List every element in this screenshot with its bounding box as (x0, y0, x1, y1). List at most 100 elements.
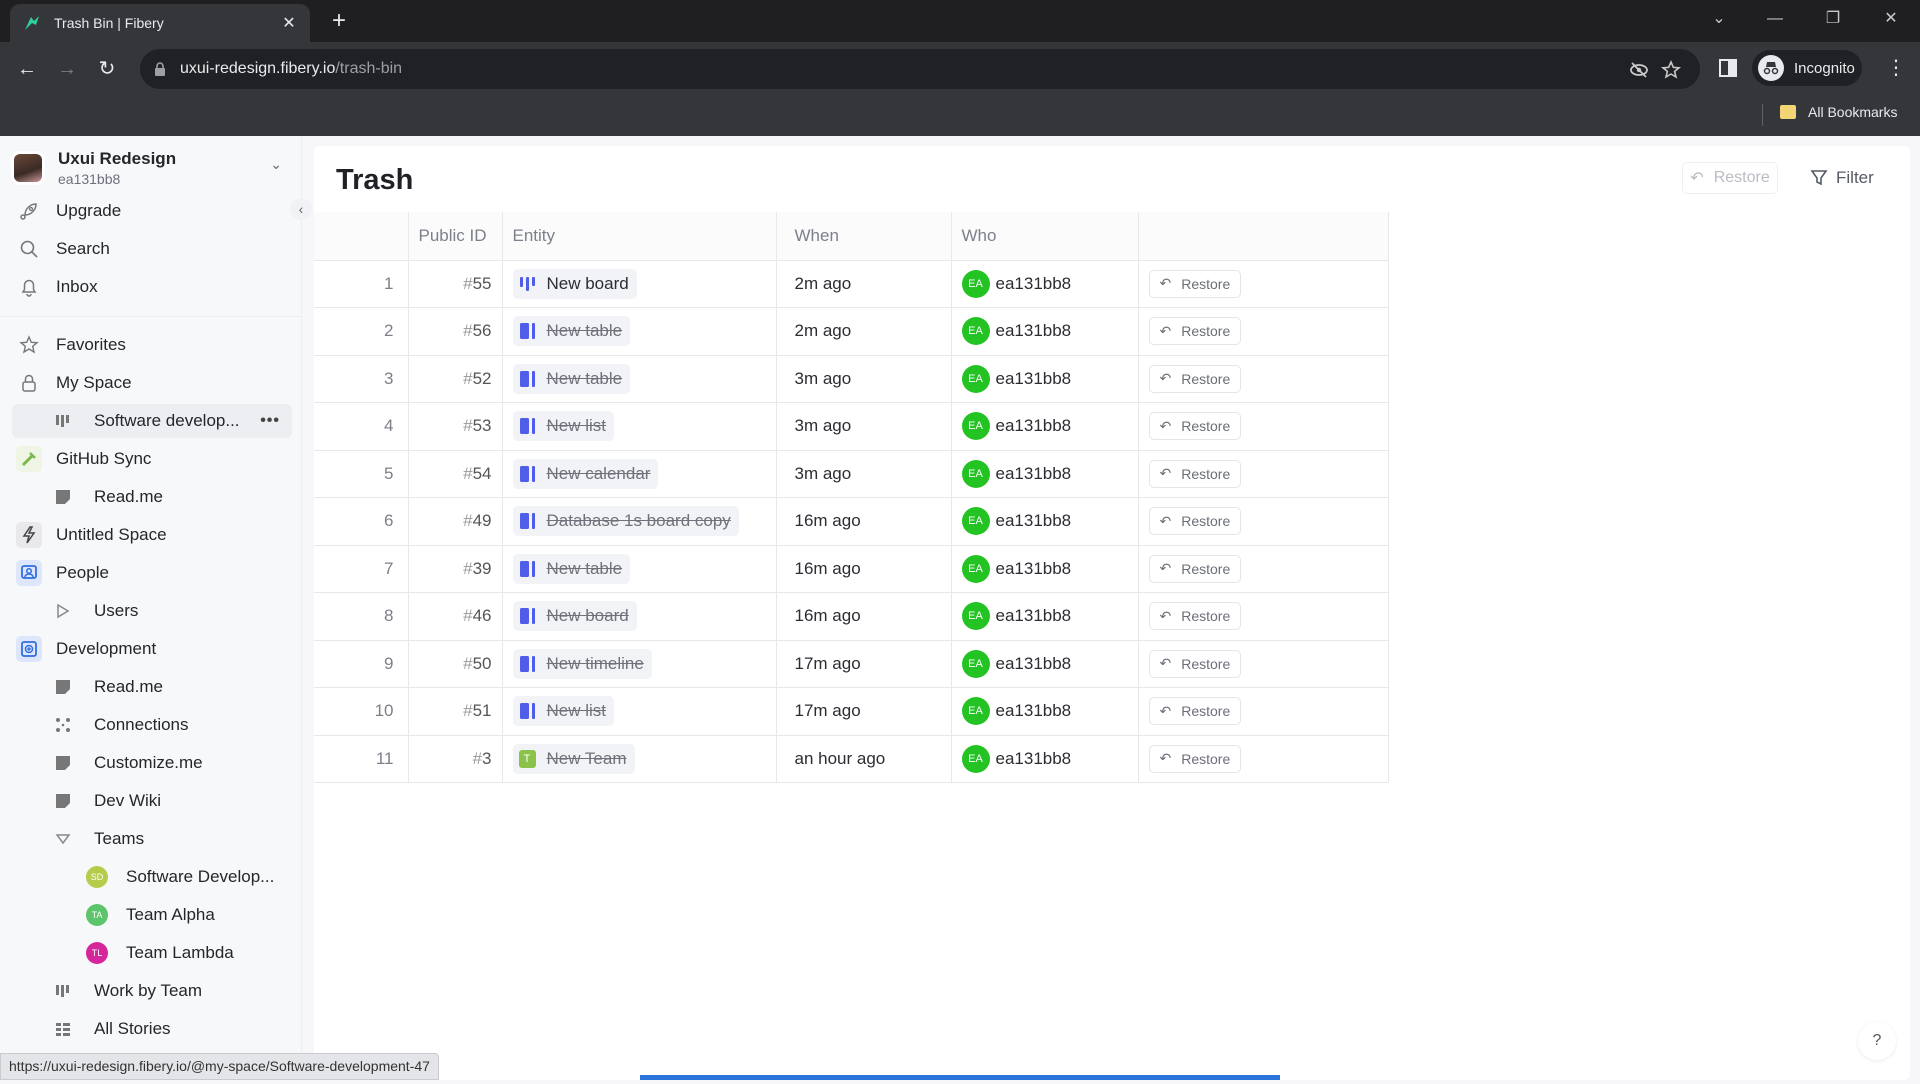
sidebar-item-github-sync[interactable]: GitHub Sync (12, 442, 292, 476)
deleted-by: EA ea131bb8 (961, 459, 1128, 488)
table-row: 8 #46 New board 16m ago EA ea131bb8 ↶ Re… (314, 592, 1389, 641)
restore-button[interactable]: ↶ Restore (1148, 459, 1242, 488)
sidebar-item-development[interactable]: Development (12, 632, 292, 666)
restore-button[interactable]: ↶ Restore (1148, 554, 1242, 583)
entity-chip[interactable]: Database 1s board copy (512, 506, 739, 537)
sidebar-item-users[interactable]: Users (12, 594, 292, 628)
restore-button[interactable]: ↶ Restore (1148, 364, 1242, 393)
sidebar-item-all-stories[interactable]: All Stories (12, 1012, 292, 1046)
undo-icon: ↶ (1159, 655, 1172, 672)
triangle-down-icon (50, 826, 76, 852)
side-panel-icon[interactable] (1718, 58, 1738, 78)
forward-button[interactable]: → (52, 54, 82, 84)
address-bar[interactable]: uxui-redesign.fibery.io/trash-bin (140, 49, 1700, 89)
restore-selected-button[interactable]: ↶ Restore (1682, 162, 1778, 194)
close-window-button[interactable]: ✕ (1876, 4, 1906, 34)
browser-menu-icon[interactable]: ⋮ (1886, 56, 1906, 82)
browser-tab[interactable]: Trash Bin | Fibery ✕ (10, 4, 310, 42)
restore-button[interactable]: ↶ Restore (1148, 697, 1242, 726)
entity-chip[interactable]: New board (512, 268, 637, 299)
board-icon (519, 276, 535, 291)
tracking-eye-off-icon[interactable] (1628, 59, 1650, 81)
sidebar-item-development-readme[interactable]: Read.me (12, 670, 292, 704)
entity-chip[interactable]: New calendar (512, 458, 659, 489)
sidebar-item-my-space[interactable]: My Space (12, 366, 292, 400)
entity-chip[interactable]: New table (512, 363, 631, 394)
entity-chip[interactable]: T New Team (512, 743, 635, 774)
maximize-button[interactable]: ❐ (1818, 4, 1848, 34)
restore-label: Restore (1181, 465, 1231, 482)
sidebar-item-inbox[interactable]: Inbox (12, 270, 292, 304)
sidebar-item-customize-me[interactable]: Customize.me (12, 746, 292, 780)
entity-chip[interactable]: New list (512, 696, 615, 727)
deleted-when: 16m ago (776, 545, 952, 593)
restore-button[interactable]: ↶ Restore (1148, 507, 1242, 536)
entity-chip[interactable]: New timeline (512, 648, 652, 679)
tab-search-chevron-icon[interactable]: ⌄ (1704, 4, 1734, 34)
filter-label: Filter (1836, 168, 1874, 187)
incognito-profile-button[interactable]: Incognito (1752, 50, 1862, 86)
sidebar-item-upgrade[interactable]: Upgrade (12, 194, 292, 228)
filter-button[interactable]: Filter (1810, 162, 1874, 194)
chevron-down-icon[interactable]: ⌄ (270, 156, 282, 173)
more-options-icon[interactable]: ••• (260, 412, 280, 430)
collapse-sidebar-button[interactable]: ‹ (290, 198, 312, 220)
restore-selected-label: Restore (1713, 169, 1770, 186)
workspace-switcher[interactable]: Uxui Redesign ea131bb8 ⌄ (14, 146, 292, 190)
entity-chip[interactable]: New list (512, 411, 615, 442)
restore-button[interactable]: ↶ Restore (1148, 269, 1242, 298)
restore-button[interactable]: ↶ Restore (1148, 602, 1242, 631)
sidebar-item-connections[interactable]: Connections (12, 708, 292, 742)
sidebar-item-people[interactable]: People (12, 556, 292, 590)
column-header-index (314, 212, 409, 261)
sidebar-item-search[interactable]: Search (12, 232, 292, 266)
restore-button[interactable]: ↶ Restore (1148, 649, 1242, 678)
sidebar-item-work-by-team[interactable]: Work by Team (12, 974, 292, 1008)
reload-button[interactable]: ↻ (92, 54, 122, 84)
sidebar-item-team-alpha[interactable]: TA Team Alpha (12, 898, 292, 932)
sidebar-item-software-development-board[interactable]: Software develop... ••• (12, 404, 292, 438)
bookmark-star-icon[interactable] (1660, 59, 1682, 81)
browser-toolbar: ← → ↻ uxui-redesign.fibery.io/trash-bin … (0, 42, 1920, 96)
minimize-button[interactable]: — (1760, 4, 1790, 34)
team-avatar-wrap: SD (84, 864, 110, 890)
sidebar-item-team-software-development[interactable]: SD Software Develop... (12, 860, 292, 894)
public-id: 54 (472, 463, 492, 483)
deleted-by: EA ea131bb8 (961, 412, 1128, 441)
new-tab-button[interactable]: + (326, 8, 352, 34)
user-name: ea131bb8 (995, 748, 1072, 768)
action-cell: ↶ Restore (1138, 260, 1389, 308)
sidebar-item-label: Software Develop... (126, 867, 275, 886)
bookmarks-bar: All Bookmarks (0, 96, 1920, 136)
column-header-when[interactable]: When (776, 212, 952, 261)
entity-chip[interactable]: New table (512, 316, 631, 347)
sidebar-item-github-readme[interactable]: Read.me (12, 480, 292, 514)
sidebar-item-favorites[interactable]: Favorites (12, 328, 292, 362)
sidebar-item-untitled-space[interactable]: Untitled Space (12, 518, 292, 552)
restore-button[interactable]: ↶ Restore (1148, 412, 1242, 441)
back-button[interactable]: ← (12, 54, 42, 84)
search-icon (16, 236, 42, 262)
hash-prefix: # (463, 463, 473, 483)
restore-button[interactable]: ↶ Restore (1148, 744, 1242, 773)
restore-label: Restore (1181, 655, 1231, 672)
all-bookmarks-button[interactable]: All Bookmarks (1780, 104, 1897, 120)
column-header-entity[interactable]: Entity (502, 212, 777, 261)
entity-chip[interactable]: New table (512, 553, 631, 584)
sidebar-item-teams[interactable]: Teams (12, 822, 292, 856)
deleted-by: EA ea131bb8 (961, 317, 1128, 346)
entity-chip[interactable]: New board (512, 601, 637, 632)
column-header-public-id[interactable]: Public ID (408, 212, 503, 261)
restore-button[interactable]: ↶ Restore (1148, 317, 1242, 346)
action-cell: ↶ Restore (1138, 545, 1389, 593)
hash-prefix: # (472, 748, 483, 768)
sidebar-item-label: Teams (94, 829, 145, 848)
sidebar-divider (0, 316, 302, 317)
close-tab-icon[interactable]: ✕ (280, 13, 298, 33)
column-header-who[interactable]: Who (951, 212, 1139, 261)
help-button[interactable]: ? (1858, 1022, 1896, 1060)
sidebar-item-team-lambda[interactable]: TL Team Lambda (12, 936, 292, 970)
horizontal-scrollbar[interactable] (640, 1075, 1280, 1080)
sidebar-item-dev-wiki[interactable]: Dev Wiki (12, 784, 292, 818)
user-avatar: EA (961, 317, 990, 346)
